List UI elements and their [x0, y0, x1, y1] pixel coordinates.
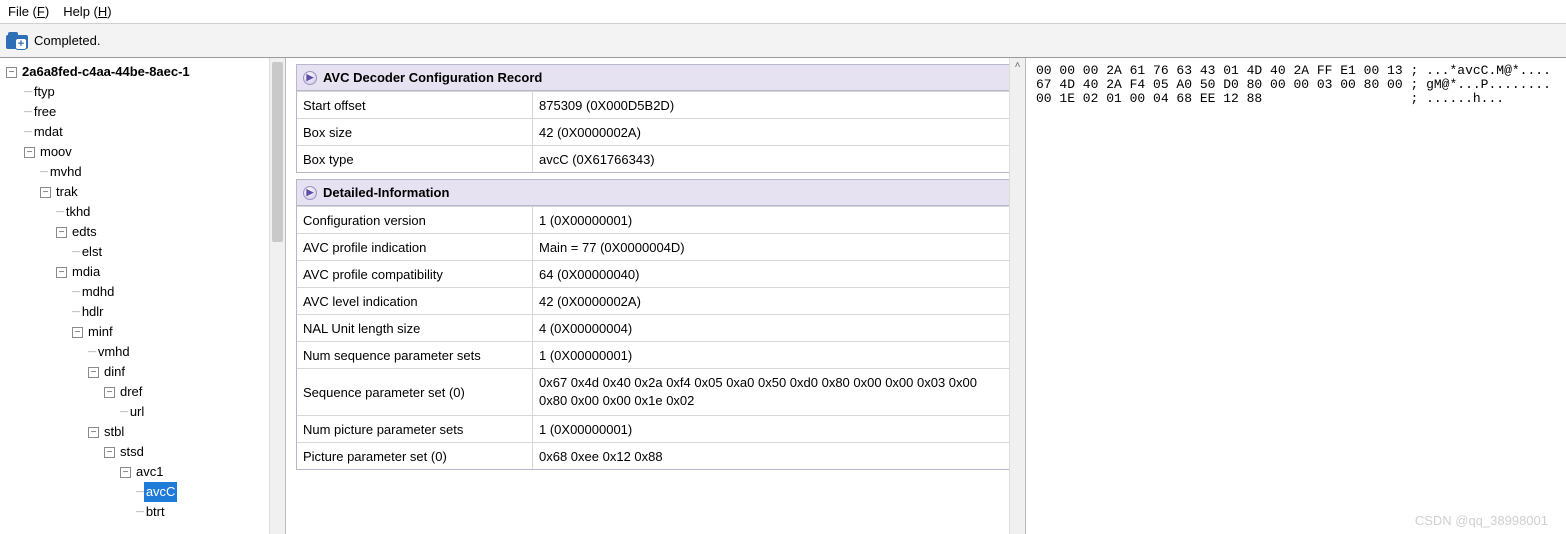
- tree-item-avc1[interactable]: −avc1: [6, 462, 285, 482]
- tree-item-mvhd[interactable]: ┈mvhd: [6, 162, 285, 182]
- open-file-icon[interactable]: +: [6, 31, 28, 51]
- atom-tree[interactable]: −2a6a8fed-c4aa-44be-8aec-1 ┈ftyp ┈free ┈…: [0, 58, 285, 526]
- menu-bar: File (F) Help (H): [0, 0, 1566, 24]
- tree-item-minf[interactable]: −minf: [6, 322, 285, 342]
- collapse-icon[interactable]: −: [88, 367, 99, 378]
- detail-scrollbar[interactable]: ˄: [1009, 58, 1025, 534]
- row-sps-0: Sequence parameter set (0)0x67 0x4d 0x40…: [297, 368, 1010, 415]
- expand-disc-icon[interactable]: ▶: [303, 186, 317, 200]
- tree-item-moov[interactable]: −moov: [6, 142, 285, 162]
- tree-item-mdia[interactable]: −mdia: [6, 262, 285, 282]
- tree-item-dref[interactable]: −dref: [6, 382, 285, 402]
- tree-item-edts[interactable]: −edts: [6, 222, 285, 242]
- tree-item-ftyp[interactable]: ┈ftyp: [6, 82, 285, 102]
- row-num-sps: Num sequence parameter sets1 (0X00000001…: [297, 341, 1010, 368]
- section-title: AVC Decoder Configuration Record: [323, 70, 542, 85]
- collapse-icon[interactable]: −: [24, 147, 35, 158]
- hex-dump[interactable]: 00 00 00 2A 61 76 63 43 01 4D 40 2A FF E…: [1036, 63, 1551, 106]
- tree-item-url[interactable]: ┈url: [6, 402, 285, 422]
- tree-item-btrt[interactable]: ┈btrt: [6, 502, 285, 522]
- tree-pane: −2a6a8fed-c4aa-44be-8aec-1 ┈ftyp ┈free ┈…: [0, 58, 286, 534]
- expand-disc-icon[interactable]: ▶: [303, 71, 317, 85]
- row-box-size: Box size42 (0X0000002A): [297, 118, 1010, 145]
- collapse-icon[interactable]: −: [6, 67, 17, 78]
- row-num-pps: Num picture parameter sets1 (0X00000001): [297, 415, 1010, 442]
- tree-item-stsd[interactable]: −stsd: [6, 442, 285, 462]
- tree-item-stbl[interactable]: −stbl: [6, 422, 285, 442]
- collapse-icon[interactable]: −: [104, 447, 115, 458]
- collapse-icon[interactable]: −: [120, 467, 131, 478]
- menu-help[interactable]: Help (H): [63, 4, 111, 19]
- tree-item-vmhd[interactable]: ┈vmhd: [6, 342, 285, 362]
- collapse-icon[interactable]: −: [56, 267, 67, 278]
- collapse-icon[interactable]: −: [56, 227, 67, 238]
- tree-item-mdhd[interactable]: ┈mdhd: [6, 282, 285, 302]
- collapse-icon[interactable]: −: [72, 327, 83, 338]
- tree-item-hdlr[interactable]: ┈hdlr: [6, 302, 285, 322]
- row-pps-0: Picture parameter set (0)0x68 0xee 0x12 …: [297, 442, 1010, 469]
- tree-item-mdat[interactable]: ┈mdat: [6, 122, 285, 142]
- tree-item-free[interactable]: ┈free: [6, 102, 285, 122]
- row-profile-comp: AVC profile compatibility64 (0X00000040): [297, 260, 1010, 287]
- tree-item-tkhd[interactable]: ┈tkhd: [6, 202, 285, 222]
- status-text: Completed.: [34, 33, 100, 48]
- collapse-icon[interactable]: −: [40, 187, 51, 198]
- menu-file[interactable]: File (F): [8, 4, 49, 19]
- section-title: Detailed-Information: [323, 185, 449, 200]
- section-header[interactable]: ▶ Detailed-Information: [297, 180, 1010, 206]
- section-detailed-info: ▶ Detailed-Information Configuration ver…: [296, 179, 1011, 470]
- tree-item-dinf[interactable]: −dinf: [6, 362, 285, 382]
- row-cfg-version: Configuration version1 (0X00000001): [297, 206, 1010, 233]
- collapse-icon[interactable]: −: [104, 387, 115, 398]
- row-nal-len: NAL Unit length size4 (0X00000004): [297, 314, 1010, 341]
- tree-scrollbar[interactable]: [269, 58, 285, 534]
- watermark: CSDN @qq_38998001: [1415, 513, 1548, 528]
- collapse-icon[interactable]: −: [88, 427, 99, 438]
- tree-item-avcc[interactable]: ┈avcC: [6, 482, 285, 502]
- status-bar: + Completed.: [0, 24, 1566, 58]
- hex-pane: 00 00 00 2A 61 76 63 43 01 4D 40 2A FF E…: [1026, 58, 1566, 534]
- section-header[interactable]: ▶ AVC Decoder Configuration Record: [297, 65, 1010, 91]
- scroll-up-icon[interactable]: ˄: [1011, 59, 1025, 73]
- row-profile-ind: AVC profile indicationMain = 77 (0X00000…: [297, 233, 1010, 260]
- row-box-type: Box typeavcC (0X61766343): [297, 145, 1010, 172]
- selected-tree-label: avcC: [144, 482, 178, 502]
- row-level-ind: AVC level indication42 (0X0000002A): [297, 287, 1010, 314]
- main-area: −2a6a8fed-c4aa-44be-8aec-1 ┈ftyp ┈free ┈…: [0, 58, 1566, 534]
- scrollbar-thumb[interactable]: [272, 62, 283, 242]
- tree-root-label: 2a6a8fed-c4aa-44be-8aec-1: [20, 62, 192, 82]
- tree-item-elst[interactable]: ┈elst: [6, 242, 285, 262]
- tree-root[interactable]: −2a6a8fed-c4aa-44be-8aec-1: [6, 62, 285, 82]
- row-start-offset: Start offset875309 (0X000D5B2D): [297, 91, 1010, 118]
- section-avc-record: ▶ AVC Decoder Configuration Record Start…: [296, 64, 1011, 173]
- detail-pane: ▶ AVC Decoder Configuration Record Start…: [286, 58, 1026, 534]
- tree-item-trak[interactable]: −trak: [6, 182, 285, 202]
